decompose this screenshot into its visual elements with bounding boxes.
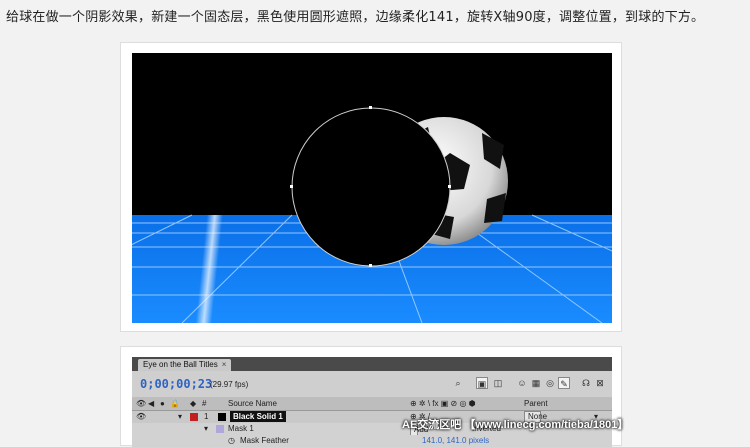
mask-feather-label: Mask Feather: [240, 436, 289, 445]
close-icon[interactable]: ×: [222, 360, 227, 369]
instruction-text: 给球在做一个阴影效果，新建一个固态层，黑色使用圆形遮照，边缘柔化141，旋转X轴…: [6, 10, 705, 25]
graph-editor-icon[interactable]: ☊: [580, 377, 592, 389]
parent-header[interactable]: Parent: [524, 397, 548, 410]
visibility-eye-icon[interactable]: 👁: [136, 411, 146, 423]
mask-expand-triangle-icon[interactable]: ▾: [204, 423, 208, 435]
mask-feather-value[interactable]: 141.0, 141.0 pixels: [422, 435, 489, 447]
frame-blending-icon[interactable]: ▦: [530, 377, 542, 389]
eye-icon: 👁: [136, 399, 147, 408]
timeline-panel: Eye on the Ball Titles × 0;00;00;23 (29.9…: [132, 357, 612, 447]
solid-thumbnail: [218, 413, 226, 421]
layer-name[interactable]: Black Solid 1: [230, 411, 286, 422]
draft-3d-icon[interactable]: ◫: [492, 377, 504, 389]
audio-icon: ◀: [148, 399, 155, 408]
shy-layers-icon[interactable]: ☺: [516, 377, 528, 389]
layer-column-header: 👁 ◀ ● 🔒 ◆ # Source Name ⊕ ✲ \ fx ▣ ⊘ ◎ ⬢…: [132, 397, 612, 411]
brainstorm-icon[interactable]: ✎: [558, 377, 570, 389]
layer-number: 1: [204, 412, 209, 421]
label-icon: ◆: [190, 399, 197, 408]
layer-number-header-icon: #: [202, 399, 207, 408]
scene-render: [132, 53, 612, 323]
solo-icon: ●: [160, 399, 165, 408]
panel-tab-bar: Eye on the Ball Titles ×: [132, 357, 612, 371]
mask-name[interactable]: Mask 1: [228, 423, 254, 435]
motion-blur-icon[interactable]: ◎: [544, 377, 556, 389]
composition-viewer: [132, 53, 612, 323]
switches-header-icon: ⊕ ✲ \ fx ▣ ⊘ ◎ ⬢: [410, 399, 476, 408]
preview-image-frame: [120, 42, 622, 332]
watermark-text: AE交流区吧 【www.linecg.com/tieba/1801】: [402, 419, 629, 431]
current-timecode[interactable]: 0;00;00;23: [140, 377, 212, 391]
expand-triangle-icon[interactable]: ▾: [178, 411, 182, 423]
tab-eye-on-the-ball-titles[interactable]: Eye on the Ball Titles ×: [138, 359, 232, 371]
composition-mini-flowchart-icon[interactable]: ▣: [476, 377, 488, 389]
black-solid-mask: [291, 107, 451, 267]
mask-color[interactable]: [216, 425, 224, 433]
search-icon[interactable]: ⌕: [452, 377, 464, 389]
auto-keyframe-icon[interactable]: ⊠: [594, 377, 606, 389]
stopwatch-icon[interactable]: ◷: [228, 435, 235, 447]
lock-icon: 🔒: [170, 399, 180, 408]
tab-label: Eye on the Ball Titles: [143, 360, 218, 369]
frame-rate: (29.97 fps): [210, 380, 249, 389]
timeline-toolbar: 0;00;00;23 (29.97 fps) ⌕ ▣ ◫ ☺ ▦ ◎ ✎ ☊ ⊠: [132, 371, 612, 397]
layer-label-color[interactable]: [190, 413, 198, 421]
source-name-header[interactable]: Source Name: [228, 397, 277, 410]
mask-feather-row[interactable]: ◷ Mask Feather 141.0, 141.0 pixels: [132, 435, 612, 447]
